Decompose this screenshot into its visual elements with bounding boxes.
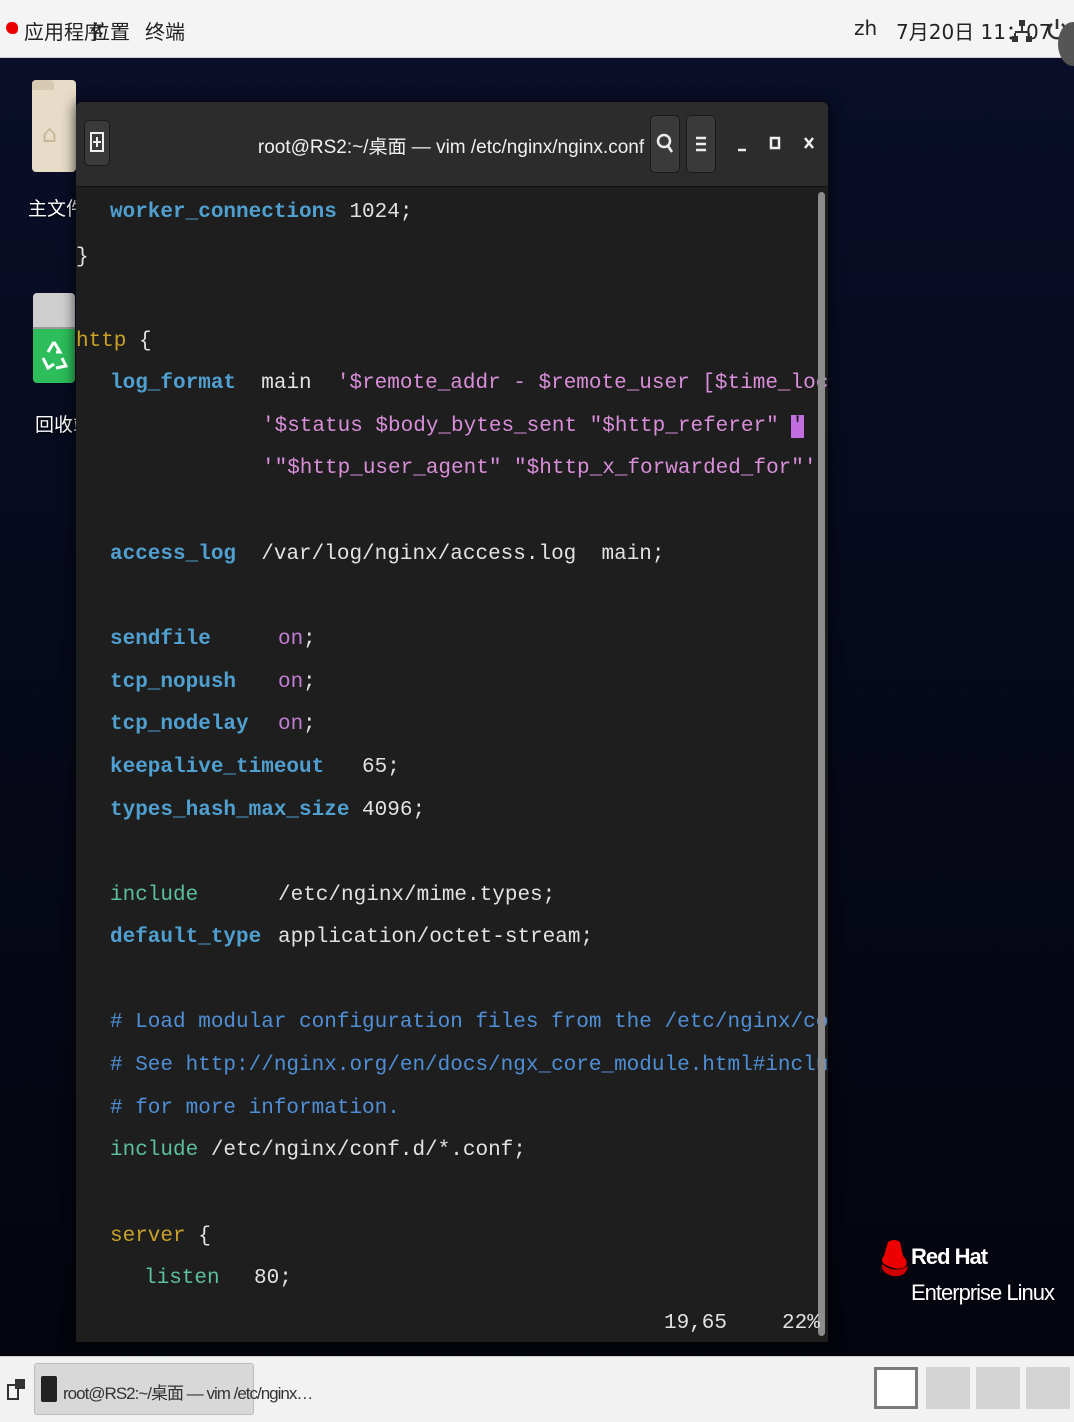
search-icon bbox=[656, 133, 674, 153]
code-line: '$status $body_bytes_sent "$http_referer… bbox=[262, 415, 804, 438]
home-folder-icon[interactable]: ⌂ bbox=[32, 80, 76, 172]
search-button[interactable] bbox=[650, 115, 680, 173]
close-button[interactable] bbox=[796, 128, 822, 158]
code-line: sendfile on; bbox=[110, 628, 316, 651]
comment-line: # Load modular configuration files from … bbox=[110, 1011, 828, 1034]
show-desktop-icon[interactable] bbox=[6, 1375, 28, 1405]
code-line: listen 80; bbox=[144, 1267, 292, 1290]
terminal-menu[interactable]: 终端 bbox=[145, 16, 185, 45]
code-line: keepalive_timeout 65; bbox=[110, 756, 400, 779]
taskbar-item-label: root@RS2:~/桌面 — vim /etc/nginx… bbox=[63, 1384, 313, 1403]
workspace-2[interactable] bbox=[926, 1367, 970, 1409]
bottom-panel: root@RS2:~/桌面 — vim /etc/nginx… bbox=[0, 1356, 1074, 1422]
redhat-menu-icon[interactable] bbox=[6, 22, 18, 34]
code-line: tcp_nodelay on; bbox=[110, 713, 316, 736]
redhat-logo: Red Hat Enterprise Linux bbox=[878, 1238, 1058, 1318]
code-line: worker_connections 1024; bbox=[110, 201, 413, 224]
window-title: root@RS2:~/桌面 — vim /etc/nginx/nginx.con… bbox=[257, 137, 645, 158]
comment-line: # for more information. bbox=[110, 1097, 400, 1120]
code-line: log_format main '$remote_addr - $remote_… bbox=[110, 372, 828, 395]
new-tab-icon bbox=[90, 132, 104, 152]
code-line: types_hash_max_size 4096; bbox=[110, 799, 426, 822]
scrollbar[interactable] bbox=[818, 192, 825, 1336]
new-tab-button[interactable] bbox=[84, 120, 110, 166]
code-line: tcp_nopush on; bbox=[110, 671, 316, 694]
title-bar[interactable]: root@RS2:~/桌面 — vim /etc/nginx/nginx.con… bbox=[76, 102, 828, 187]
product-name: Enterprise Linux bbox=[911, 1280, 1055, 1305]
code-line: include/etc/nginx/mime.types; bbox=[110, 884, 556, 907]
redhat-hat-icon bbox=[881, 1240, 908, 1277]
workspace-4[interactable] bbox=[1026, 1367, 1070, 1409]
brand-name: Red Hat bbox=[911, 1244, 988, 1269]
code-line: access_log /var/log/nginx/access.log mai… bbox=[110, 543, 665, 566]
menu-button[interactable] bbox=[686, 115, 716, 173]
code-line: default_type application/octet-stream; bbox=[110, 926, 594, 949]
code-line: '"$http_user_agent" "$http_x_forwarded_f… bbox=[262, 457, 828, 480]
code-line: http { bbox=[76, 330, 152, 353]
workspace-3[interactable] bbox=[976, 1367, 1020, 1409]
places-menu[interactable]: 位置 bbox=[90, 16, 130, 45]
terminal-window[interactable]: root@RS2:~/桌面 — vim /etc/nginx/nginx.con… bbox=[76, 102, 828, 1342]
trash-icon[interactable] bbox=[33, 293, 75, 389]
workspace-1[interactable] bbox=[874, 1367, 918, 1409]
taskbar-item-terminal[interactable]: root@RS2:~/桌面 — vim /etc/nginx… bbox=[34, 1363, 313, 1415]
maximize-icon bbox=[769, 136, 781, 150]
editor-content[interactable]: worker_connections 1024; } http { log_fo… bbox=[76, 187, 828, 1342]
cursor-position-status: 19,65 bbox=[664, 1312, 728, 1335]
scroll-percent-status: 22% bbox=[782, 1312, 820, 1335]
code-line: server { bbox=[110, 1225, 211, 1248]
minimize-button[interactable] bbox=[729, 128, 755, 158]
code-line: } bbox=[76, 246, 89, 269]
hamburger-icon bbox=[696, 136, 706, 152]
input-language-indicator[interactable]: zh bbox=[854, 16, 877, 40]
terminal-icon bbox=[41, 1376, 57, 1402]
network-icon[interactable] bbox=[1012, 18, 1032, 42]
minimize-icon bbox=[738, 148, 746, 152]
code-line: include /etc/nginx/conf.d/*.conf; bbox=[110, 1139, 526, 1162]
close-icon bbox=[804, 137, 814, 149]
text-cursor: ' bbox=[791, 415, 804, 438]
comment-line: # See http://nginx.org/en/docs/ngx_core_… bbox=[110, 1054, 828, 1077]
maximize-button[interactable] bbox=[762, 128, 788, 158]
top-panel: 应用程序 位置 终端 zh 7月20日 11：07 bbox=[0, 0, 1074, 66]
